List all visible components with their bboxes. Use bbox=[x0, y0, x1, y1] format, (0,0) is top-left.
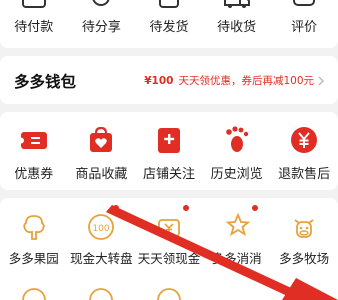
orchard-entry[interactable]: 多多果园 bbox=[0, 212, 68, 267]
coupon-entry[interactable]: 优惠券 bbox=[0, 124, 68, 182]
apps-row-2 bbox=[0, 286, 338, 300]
app-row2-icon-1 bbox=[20, 286, 48, 300]
refund-label: 退款售后 bbox=[278, 167, 331, 182]
order-pending-share[interactable]: 待分享 bbox=[68, 0, 136, 35]
star-wand-icon bbox=[222, 212, 252, 242]
tree-icon bbox=[19, 212, 49, 242]
daily-cash-badge bbox=[182, 204, 190, 212]
heart-bag-icon bbox=[85, 124, 117, 156]
app-row2-entry-4[interactable] bbox=[203, 286, 271, 300]
order-status-card: 待付款 待分享 待发货 待收货 评价 bbox=[0, 0, 338, 48]
app-row2-entry-1[interactable] bbox=[0, 286, 68, 300]
coupon-icon bbox=[17, 124, 50, 156]
yen-coin-icon bbox=[288, 124, 320, 156]
cow-icon bbox=[289, 212, 319, 242]
package-icon bbox=[155, 0, 183, 12]
store-plus-icon bbox=[153, 124, 185, 156]
apps-card: 多多果园 100 现金大转盘 天天领现金 多多消消 多多牧场 bbox=[0, 198, 338, 300]
order-review[interactable]: 评价 bbox=[270, 0, 338, 35]
daily-cash-label: 天天领现金 bbox=[137, 251, 201, 266]
refund-entry[interactable]: 退款售后 bbox=[270, 124, 338, 182]
order-pending-ship-label: 待发货 bbox=[149, 20, 189, 35]
services-row: 优惠券 商品收藏 店铺关注 历史浏览 退款售后 bbox=[0, 124, 338, 182]
order-pending-share-label: 待分享 bbox=[81, 20, 121, 35]
spin-wheel-badge bbox=[112, 204, 120, 212]
order-pending-payment-label: 待付款 bbox=[14, 20, 54, 35]
services-card: 优惠券 商品收藏 店铺关注 历史浏览 退款售后 bbox=[0, 112, 338, 190]
match-game-entry[interactable]: 多多消消 bbox=[203, 212, 271, 267]
wallet-promo-text: 天天领优惠，券后再减100元 bbox=[178, 75, 314, 87]
comment-icon bbox=[290, 0, 318, 12]
wallet-promo[interactable]: ¥100 天天领优惠，券后再减100元 bbox=[144, 73, 324, 88]
coupon-label: 优惠券 bbox=[14, 167, 54, 182]
spin-wheel-label: 现金大转盘 bbox=[70, 251, 133, 266]
order-pending-payment[interactable]: 待付款 bbox=[0, 0, 68, 35]
app-row2-entry-5[interactable] bbox=[270, 286, 338, 300]
app-row2-entry-2[interactable] bbox=[68, 286, 136, 300]
order-pending-ship[interactable]: 待发货 bbox=[135, 0, 203, 35]
spin-wheel-entry[interactable]: 100 现金大转盘 bbox=[68, 212, 136, 267]
followed-stores-label: 店铺关注 bbox=[142, 167, 195, 182]
app-row2-icon-2 bbox=[87, 286, 115, 300]
history-entry[interactable]: 历史浏览 bbox=[203, 124, 271, 182]
order-pending-receive[interactable]: 待收货 bbox=[203, 0, 271, 35]
order-status-row: 待付款 待分享 待发货 待收货 评价 bbox=[0, 0, 338, 35]
favorites-label: 商品收藏 bbox=[75, 167, 128, 182]
app-row2-icon-3 bbox=[155, 286, 183, 300]
wheel-100-icon: 100 bbox=[86, 212, 116, 242]
order-pending-receive-label: 待收货 bbox=[217, 20, 257, 35]
match-game-label: 多多消消 bbox=[211, 251, 262, 266]
wallet-icon bbox=[20, 0, 48, 12]
apps-row: 多多果园 100 现金大转盘 天天领现金 多多消消 多多牧场 bbox=[0, 212, 338, 267]
share-icon bbox=[87, 0, 115, 12]
footprint-icon bbox=[221, 124, 253, 156]
match-game-badge bbox=[251, 204, 259, 212]
order-review-label: 评价 bbox=[291, 20, 318, 35]
truck-icon bbox=[223, 0, 251, 12]
ranch-entry[interactable]: 多多牧场 bbox=[270, 212, 338, 267]
svg-text:100: 100 bbox=[93, 224, 110, 234]
history-label: 历史浏览 bbox=[210, 167, 263, 182]
wallet-title: 多多钱包 bbox=[14, 73, 77, 91]
app-row2-icon-5 bbox=[290, 286, 318, 300]
cash-icon bbox=[154, 212, 184, 242]
followed-stores-entry[interactable]: 店铺关注 bbox=[135, 124, 203, 182]
daily-cash-entry[interactable]: 天天领现金 bbox=[135, 212, 203, 267]
orchard-label: 多多果园 bbox=[8, 251, 59, 266]
wallet-promo-amount: ¥100 bbox=[144, 74, 174, 87]
app-row2-entry-3[interactable] bbox=[135, 286, 203, 300]
ranch-label: 多多牧场 bbox=[279, 251, 330, 266]
chevron-right-icon bbox=[318, 76, 324, 86]
favorites-entry[interactable]: 商品收藏 bbox=[68, 124, 136, 182]
wallet-card[interactable]: 多多钱包 ¥100 天天领优惠，券后再减100元 bbox=[0, 56, 338, 104]
